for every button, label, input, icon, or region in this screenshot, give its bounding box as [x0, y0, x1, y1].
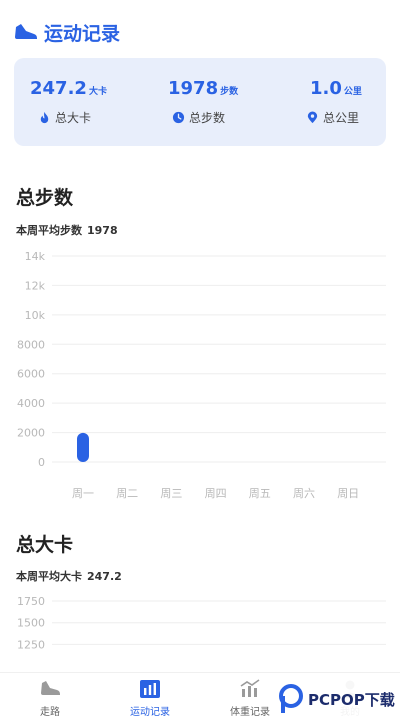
distance-label: 总公里	[323, 111, 360, 125]
steps-unit: 步数	[220, 87, 239, 97]
calories-avg-value: 247.2	[87, 570, 122, 583]
calories-value: 247.2	[30, 78, 87, 99]
steps-avg-label: 本周平均步数	[16, 224, 82, 237]
calories-chart: 1250 1500 1750	[0, 586, 400, 672]
page-header: 运动记录	[14, 18, 120, 46]
steps-weekly-average: 本周平均步数 1978	[16, 222, 118, 238]
stat-distance: 1.0 公里 总公里	[262, 58, 386, 146]
steps-x-tick-label: 周五	[249, 487, 271, 500]
bar-chart-icon	[140, 680, 160, 698]
calories-unit: 大卡	[88, 87, 107, 97]
watermark-text: PCPOP下载	[308, 690, 395, 709]
steps-section-title: 总步数	[16, 187, 74, 209]
distance-unit: 公里	[343, 87, 362, 97]
stat-calories: 247.2 大卡 总大卡	[14, 58, 138, 146]
clock-icon	[172, 111, 185, 124]
steps-x-tick-label: 周六	[293, 487, 315, 500]
steps-x-tick-label: 周一	[72, 487, 94, 500]
steps-x-tick-label: 周二	[116, 487, 138, 500]
calories-section-title: 总大卡	[16, 534, 74, 556]
steps-value: 1978	[168, 78, 219, 99]
weight-chart-icon	[240, 679, 260, 697]
location-pin-icon	[307, 111, 318, 124]
steps-y-tick-label: 8000	[17, 338, 45, 351]
page-title: 运动记录	[44, 22, 121, 45]
stats-summary-card: 247.2 大卡 总大卡 1978 步数 总步数 1.0 公里 总公里	[14, 58, 386, 146]
steps-y-tick-label: 4000	[17, 397, 45, 410]
steps-y-tick-label: 2000	[17, 427, 45, 440]
steps-x-tick-label: 周三	[160, 487, 182, 500]
distance-value: 1.0	[310, 78, 342, 99]
calories-label: 总大卡	[55, 111, 92, 125]
watermark: PCPOP下载	[272, 678, 400, 720]
calories-avg-label: 本周平均大卡	[16, 570, 82, 583]
watermark-logo-icon	[279, 684, 303, 713]
calories-y-tick-label: 1250	[17, 638, 45, 651]
calories-y-tick-label: 1750	[17, 595, 45, 608]
tab-exercise-records[interactable]: 运动记录	[110, 679, 190, 718]
flame-icon	[40, 111, 49, 124]
steps-chart: 0 2000 4000 6000 8000 10k 12k 14k 周一 周二 周三 周四 周五 周六 周日	[0, 240, 400, 510]
tab-walk[interactable]: 走路	[10, 679, 90, 718]
steps-y-tick-label: 6000	[17, 368, 45, 381]
steps-avg-value: 1978	[87, 224, 118, 237]
steps-bar	[77, 432, 89, 462]
tab-exercise-records-label: 运动记录	[130, 707, 170, 718]
calories-chart-svg: 1250 1500 1750	[17, 595, 386, 651]
steps-label: 总步数	[189, 111, 226, 125]
steps-x-tick-label: 周四	[205, 487, 227, 500]
shoe-icon	[41, 681, 60, 695]
stat-steps: 1978 步数 总步数	[138, 58, 262, 146]
steps-y-tick-label: 0	[38, 456, 45, 469]
steps-y-tick-label: 14k	[25, 250, 46, 263]
calories-y-tick-label: 1500	[17, 617, 45, 630]
steps-chart-svg: 0 2000 4000 6000 8000 10k 12k 14k 周一 周二 周三 周四 周五 周六 周日	[17, 250, 386, 500]
steps-y-tick-label: 10k	[25, 309, 46, 322]
shoe-icon	[15, 24, 37, 39]
steps-x-tick-label: 周日	[337, 487, 359, 500]
steps-y-tick-label: 12k	[25, 279, 46, 292]
calories-weekly-average: 本周平均大卡 247.2	[16, 568, 122, 584]
tab-walk-label: 走路	[40, 707, 60, 718]
